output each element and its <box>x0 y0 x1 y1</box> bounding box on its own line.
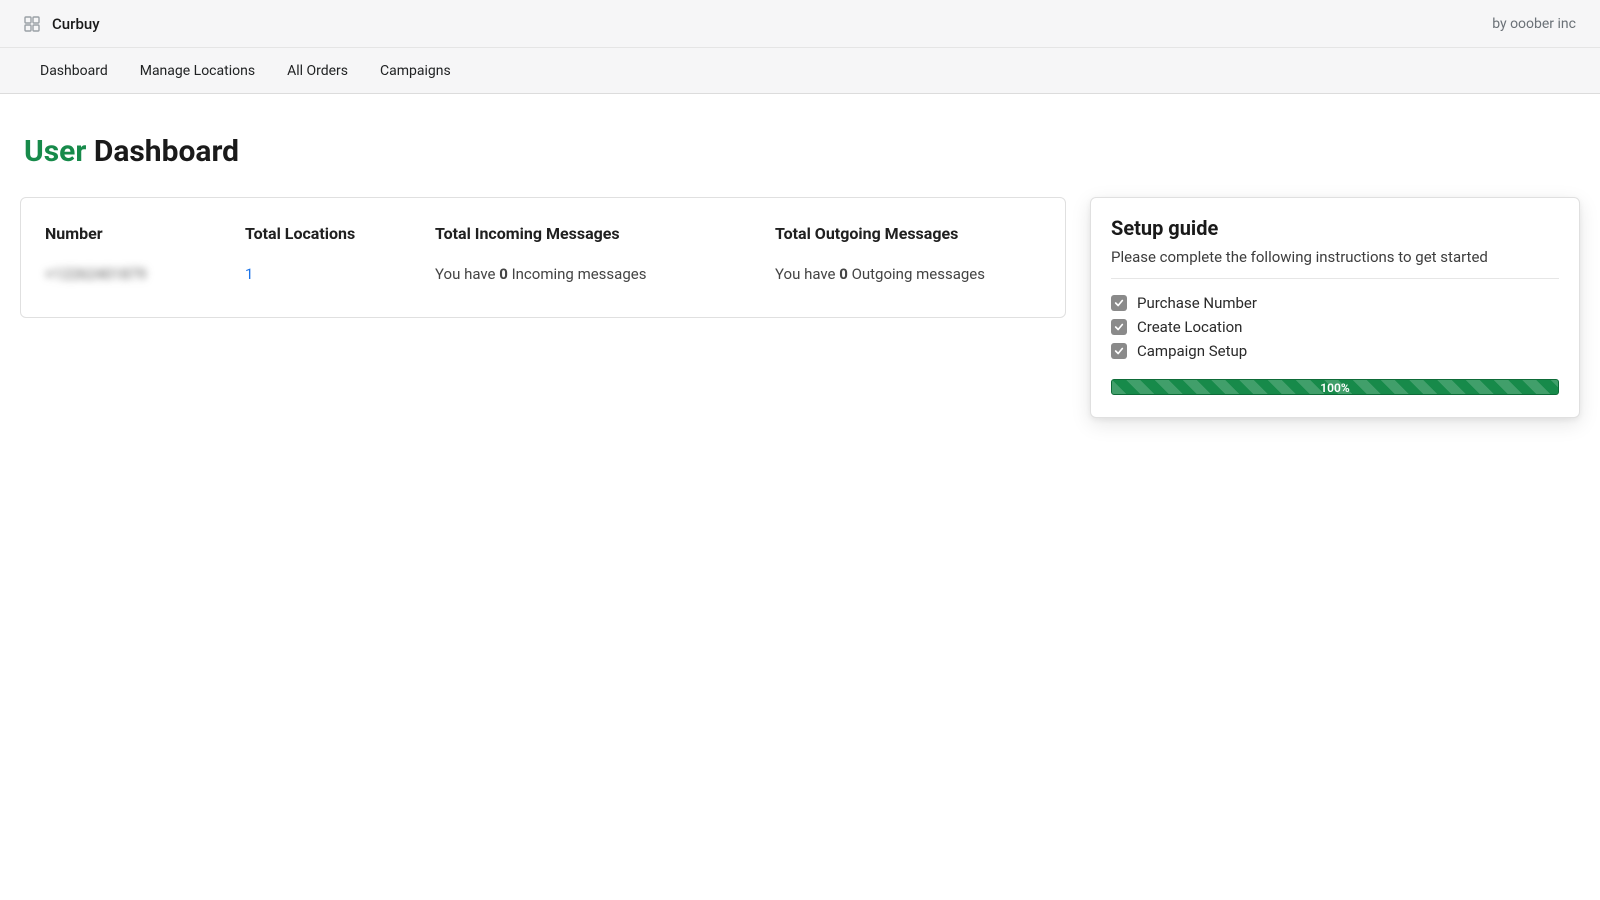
stat-outgoing-label: Total Outgoing Messages <box>775 224 1041 243</box>
page-title-accent: User <box>24 134 86 169</box>
outgoing-prefix: You have <box>775 265 839 283</box>
stat-outgoing: Total Outgoing Messages You have 0 Outgo… <box>775 224 1041 283</box>
two-column-layout: Number +12262401879 Total Locations 1 To… <box>20 197 1580 418</box>
locations-link[interactable]: 1 <box>245 265 253 283</box>
incoming-count: 0 <box>499 265 508 283</box>
content: User Dashboard Number +12262401879 Total… <box>0 94 1600 438</box>
setup-step-create-location[interactable]: Create Location <box>1111 315 1559 339</box>
page-title-rest: Dashboard <box>94 134 239 169</box>
checkmark-icon <box>1111 319 1127 335</box>
byline: by ooober inc <box>1492 16 1576 32</box>
setup-step-campaign-setup[interactable]: Campaign Setup <box>1111 339 1559 363</box>
stat-outgoing-value: You have 0 Outgoing messages <box>775 265 1041 283</box>
stat-locations: Total Locations 1 <box>245 224 395 283</box>
stat-incoming-label: Total Incoming Messages <box>435 224 735 243</box>
app-logo-icon <box>24 16 40 32</box>
brand-name: Curbuy <box>52 15 100 33</box>
setup-divider <box>1111 278 1559 279</box>
stat-number-label: Number <box>45 224 205 243</box>
setup-title: Setup guide <box>1111 216 1559 240</box>
nav-dashboard[interactable]: Dashboard <box>40 63 108 79</box>
step-label: Create Location <box>1137 318 1242 336</box>
outgoing-count: 0 <box>839 265 848 283</box>
stats-card: Number +12262401879 Total Locations 1 To… <box>20 197 1066 318</box>
setup-step-purchase-number[interactable]: Purchase Number <box>1111 291 1559 315</box>
nav-bar: Dashboard Manage Locations All Orders Ca… <box>0 48 1600 94</box>
stat-incoming: Total Incoming Messages You have 0 Incom… <box>435 224 735 283</box>
stat-incoming-value: You have 0 Incoming messages <box>435 265 735 283</box>
setup-subtitle: Please complete the following instructio… <box>1111 248 1559 266</box>
stats-row: Number +12262401879 Total Locations 1 To… <box>45 224 1041 283</box>
nav-campaigns[interactable]: Campaigns <box>380 63 451 79</box>
page-title: User Dashboard <box>24 134 1580 169</box>
incoming-prefix: You have <box>435 265 499 283</box>
step-label: Purchase Number <box>1137 294 1257 312</box>
brand-wrap: Curbuy <box>24 15 100 33</box>
setup-guide-card: Setup guide Please complete the followin… <box>1090 197 1580 418</box>
stat-number-value: +12262401879 <box>45 265 205 283</box>
setup-steps: Purchase Number Create Location Campaign… <box>1111 291 1559 363</box>
stat-number: Number +12262401879 <box>45 224 205 283</box>
nav-all-orders[interactable]: All Orders <box>287 63 348 79</box>
outgoing-suffix: Outgoing messages <box>848 265 985 283</box>
progress-bar: 100% <box>1111 379 1559 395</box>
checkmark-icon <box>1111 343 1127 359</box>
stat-locations-label: Total Locations <box>245 224 395 243</box>
top-bar: Curbuy by ooober inc <box>0 0 1600 48</box>
incoming-suffix: Incoming messages <box>508 265 647 283</box>
checkmark-icon <box>1111 295 1127 311</box>
step-label: Campaign Setup <box>1137 342 1247 360</box>
nav-manage-locations[interactable]: Manage Locations <box>140 63 255 79</box>
